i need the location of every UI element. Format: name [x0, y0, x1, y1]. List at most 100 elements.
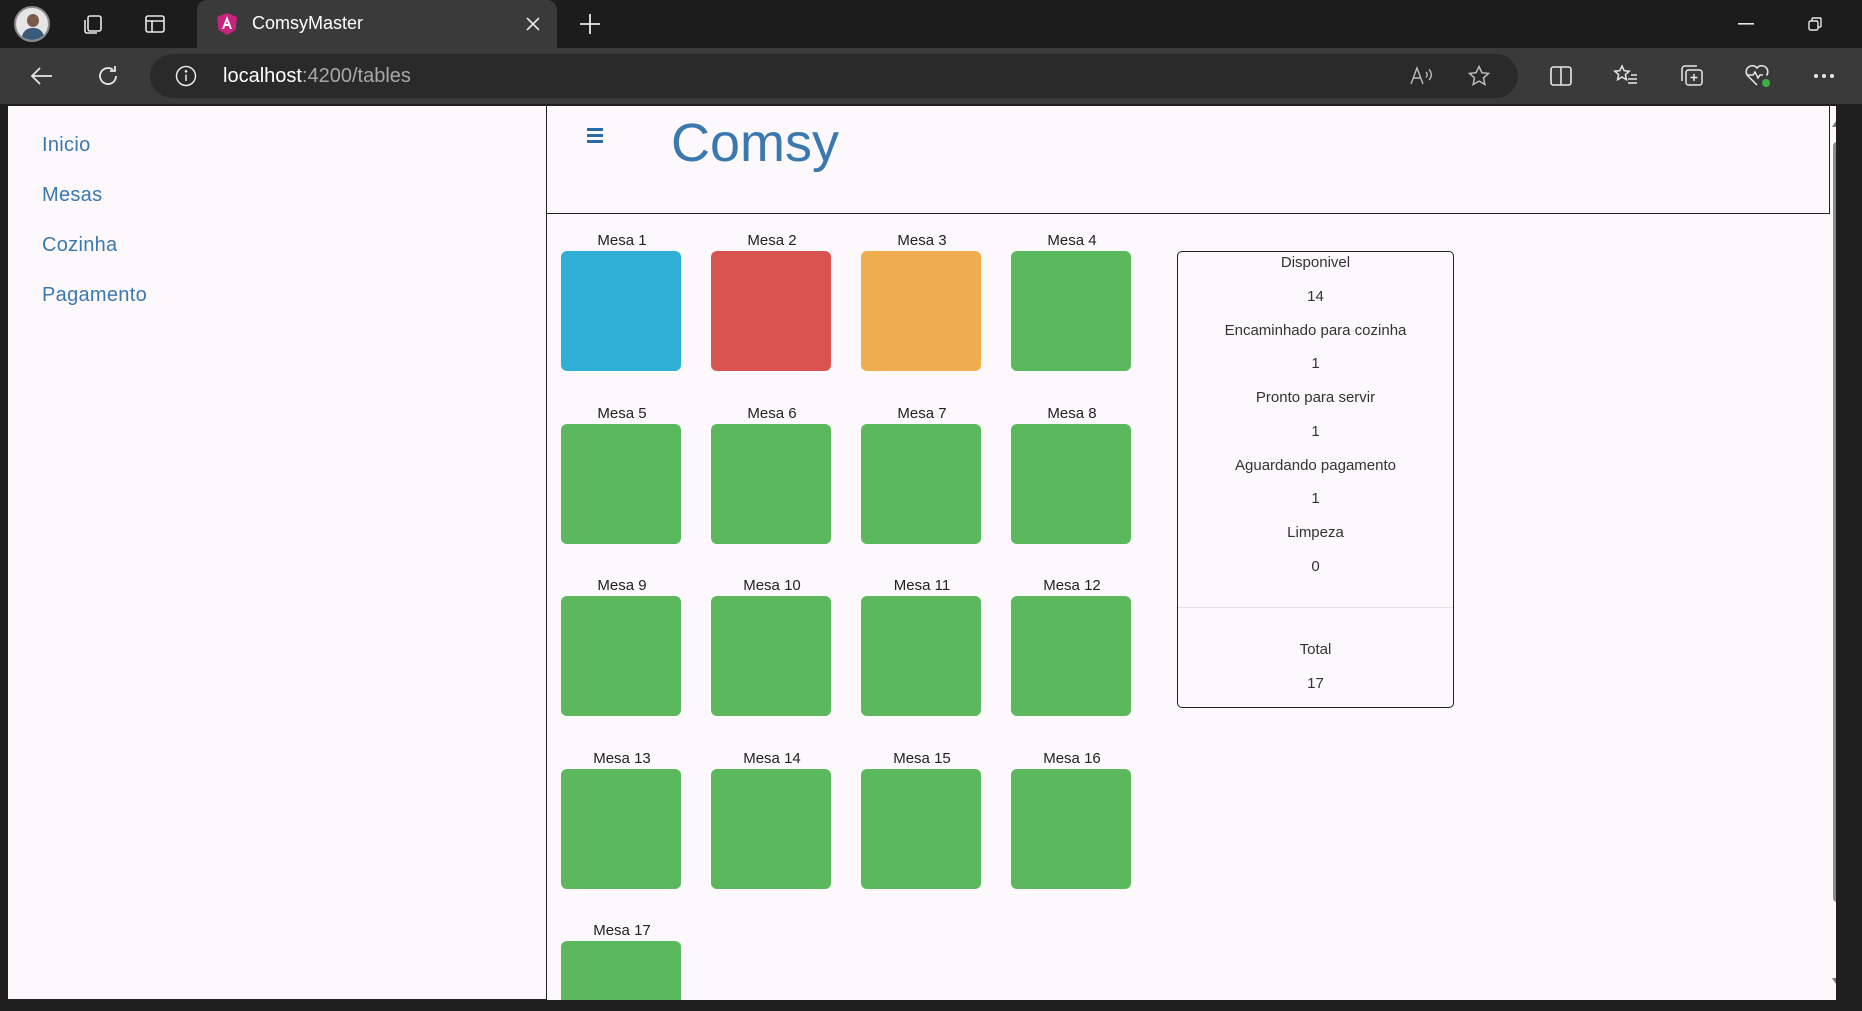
table-card[interactable]: Mesa 6: [711, 404, 833, 544]
status-summary-card: Disponivel 14 Encaminhado para cozinha 1…: [1177, 251, 1454, 708]
read-aloud-icon[interactable]: [1408, 64, 1434, 88]
vertical-tabs-icon[interactable]: [140, 9, 170, 39]
tab-active[interactable]: ComsyMaster: [197, 0, 557, 48]
browser-essentials-icon[interactable]: [1742, 60, 1774, 92]
table-status-box[interactable]: [861, 424, 981, 544]
angular-logo-icon: [215, 12, 239, 36]
summary-disponivel-value: 14: [1307, 288, 1324, 305]
table-card[interactable]: Mesa 13: [561, 749, 683, 889]
table-card[interactable]: Mesa 15: [861, 749, 983, 889]
table-status-box[interactable]: [711, 424, 831, 544]
sidebar-item-pagamento[interactable]: Pagamento: [42, 284, 147, 307]
hamburger-menu-icon[interactable]: [587, 128, 605, 146]
table-card[interactable]: Mesa 7: [861, 404, 983, 544]
table-status-box[interactable]: [861, 769, 981, 889]
restore-icon[interactable]: [1800, 10, 1830, 38]
table-status-box[interactable]: [561, 596, 681, 716]
table-label: Mesa 1: [597, 232, 647, 249]
table-label: Mesa 15: [893, 750, 951, 767]
table-status-box[interactable]: [1011, 424, 1131, 544]
back-arrow-icon[interactable]: [26, 60, 58, 92]
summary-total-value: 17: [1307, 675, 1324, 692]
favorites-icon[interactable]: [1610, 60, 1642, 92]
table-label: Mesa 3: [897, 232, 947, 249]
sidebar: Inicio Mesas Cozinha Pagamento: [8, 106, 547, 1000]
table-status-box[interactable]: [711, 251, 831, 371]
address-path: :4200/tables: [301, 65, 411, 87]
table-card[interactable]: Mesa 3: [861, 231, 983, 371]
table-status-box[interactable]: [561, 251, 681, 371]
table-label: Mesa 9: [597, 577, 647, 594]
summary-total-label: Total: [1299, 641, 1332, 658]
table-status-box[interactable]: [711, 596, 831, 716]
table-status-box[interactable]: [861, 596, 981, 716]
new-tab-icon[interactable]: [574, 8, 606, 40]
table-card[interactable]: Mesa 5: [561, 404, 683, 544]
table-card[interactable]: Mesa 12: [1011, 576, 1133, 716]
sidebar-item-mesas[interactable]: Mesas: [42, 184, 102, 207]
browser-tab-bar: ComsyMaster: [0, 0, 1862, 48]
summary-limpeza-value: 0: [1311, 558, 1320, 575]
browser-toolbar: localhost:4200/tables: [0, 48, 1862, 104]
table-label: Mesa 12: [1043, 577, 1101, 594]
table-label: Mesa 6: [747, 405, 797, 422]
table-card[interactable]: Mesa 14: [711, 749, 833, 889]
table-label: Mesa 2: [747, 232, 797, 249]
workspaces-icon[interactable]: [78, 9, 108, 39]
profile-avatar[interactable]: [14, 6, 50, 42]
table-card[interactable]: Mesa 1: [561, 231, 683, 371]
page-title: Comsy: [671, 113, 840, 173]
collections-icon[interactable]: [1676, 60, 1708, 92]
table-label: Mesa 10: [743, 577, 801, 594]
summary-aguardando-label: Aguardando pagamento: [1235, 457, 1396, 474]
table-card[interactable]: Mesa 10: [711, 576, 833, 716]
table-status-box[interactable]: [561, 424, 681, 544]
table-card[interactable]: Mesa 4: [1011, 231, 1133, 371]
table-label: Mesa 16: [1043, 750, 1101, 767]
table-card[interactable]: Mesa 16: [1011, 749, 1133, 889]
summary-disponivel-label: Disponivel: [1280, 254, 1351, 271]
sidebar-item-cozinha[interactable]: Cozinha: [42, 234, 117, 257]
address-bar[interactable]: localhost:4200/tables: [150, 54, 1518, 98]
split-screen-icon[interactable]: [1545, 60, 1577, 92]
table-card[interactable]: Mesa 8: [1011, 404, 1133, 544]
table-label: Mesa 13: [593, 750, 651, 767]
summary-aguardando-value: 1: [1311, 490, 1320, 507]
table-label: Mesa 4: [1047, 232, 1097, 249]
table-label: Mesa 17: [593, 922, 651, 939]
table-status-box[interactable]: [1011, 251, 1131, 371]
site-info-icon[interactable]: [174, 64, 198, 88]
table-status-box[interactable]: [1011, 769, 1131, 889]
address-url[interactable]: localhost:4200/tables: [223, 65, 411, 88]
table-status-box[interactable]: [1011, 596, 1131, 716]
scroll-thumb[interactable]: [1833, 142, 1836, 902]
app-header: Comsy: [547, 106, 1830, 214]
table-card[interactable]: Mesa 9: [561, 576, 683, 716]
summary-encaminhado-label: Encaminhado para cozinha: [1224, 322, 1407, 339]
table-card[interactable]: Mesa 11: [861, 576, 983, 716]
table-status-box[interactable]: [861, 251, 981, 371]
page-scrollbar[interactable]: [1830, 106, 1836, 1000]
table-label: Mesa 8: [1047, 405, 1097, 422]
refresh-icon[interactable]: [92, 60, 124, 92]
summary-pronto-label: Pronto para servir: [1255, 389, 1376, 406]
table-status-box[interactable]: [711, 769, 831, 889]
summary-pronto-value: 1: [1311, 423, 1320, 440]
tab-close-icon[interactable]: [519, 10, 547, 38]
scroll-down-arrow-icon[interactable]: [1832, 978, 1836, 987]
summary-limpeza-label: Limpeza: [1287, 524, 1344, 541]
table-label: Mesa 5: [597, 405, 647, 422]
table-label: Mesa 11: [893, 577, 951, 594]
sidebar-item-inicio[interactable]: Inicio: [42, 134, 91, 157]
scroll-up-arrow-icon[interactable]: [1832, 118, 1836, 127]
table-status-box[interactable]: [561, 769, 681, 889]
more-menu-icon[interactable]: [1808, 60, 1840, 92]
summary-divider: [1178, 607, 1453, 608]
table-label: Mesa 14: [743, 750, 801, 767]
minimize-icon[interactable]: [1731, 10, 1761, 38]
favorite-star-icon[interactable]: [1466, 63, 1492, 89]
tab-title: ComsyMaster: [252, 13, 364, 33]
table-card[interactable]: Mesa 2: [711, 231, 833, 371]
table-card[interactable]: Mesa 17: [561, 921, 683, 1000]
table-status-box[interactable]: [561, 941, 681, 1000]
